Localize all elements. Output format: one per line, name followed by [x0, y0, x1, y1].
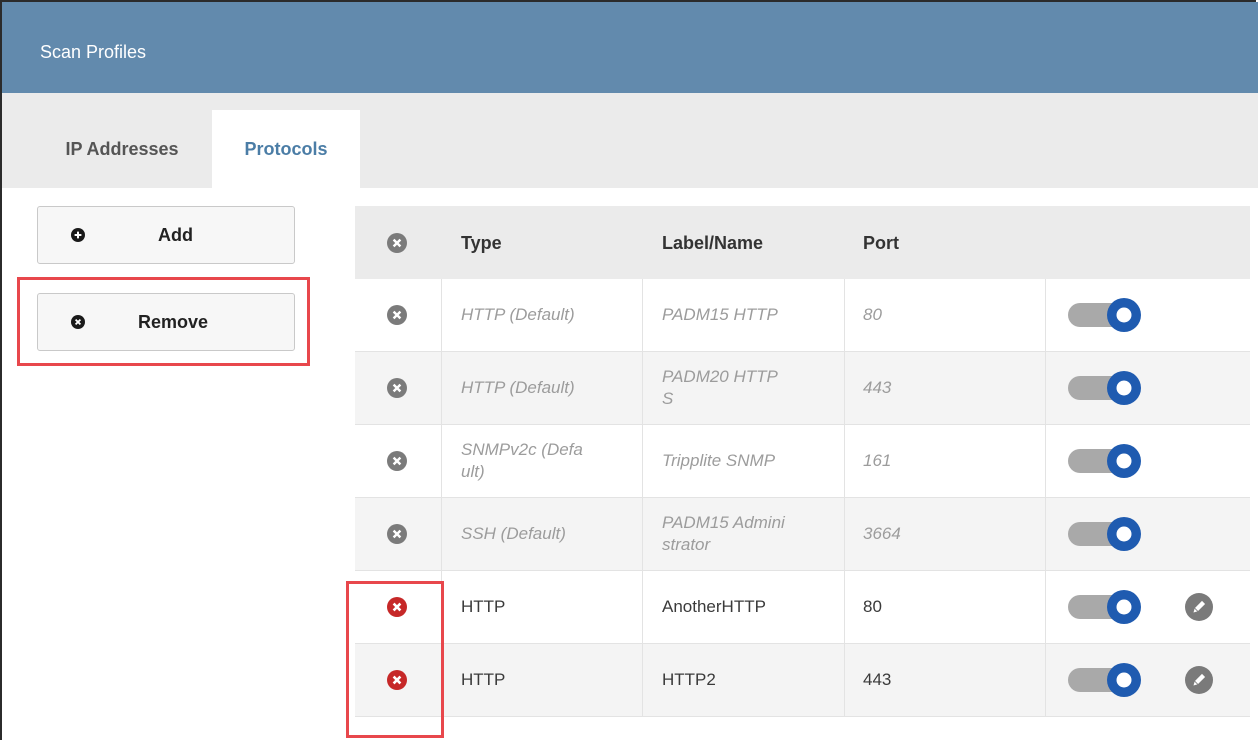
column-divider: [441, 425, 442, 497]
row-remove-button[interactable]: [387, 352, 407, 424]
table-row: HTTP (Default) PADM20 HTTP S 443: [355, 352, 1250, 425]
add-button[interactable]: Add: [37, 206, 295, 264]
row-remove-button[interactable]: [387, 279, 407, 351]
cell-label: AnotherHTTP: [662, 597, 766, 616]
column-divider: [1045, 498, 1046, 570]
enable-toggle[interactable]: [1068, 660, 1144, 700]
column-divider: [441, 279, 442, 351]
table-row: HTTP AnotherHTTP 80: [355, 571, 1250, 644]
column-divider: [844, 498, 845, 570]
column-divider: [441, 644, 442, 716]
column-divider: [1045, 644, 1046, 716]
table-row: SNMPv2c (Defa ult) Tripplite SNMP 161: [355, 425, 1250, 498]
x-circle-red-icon: [387, 670, 407, 690]
column-divider: [1045, 352, 1046, 424]
column-divider: [642, 425, 643, 497]
enable-toggle[interactable]: [1068, 441, 1144, 481]
row-remove-button[interactable]: [387, 644, 407, 716]
column-divider: [844, 644, 845, 716]
tab-bar: IP Addresses Protocols: [2, 93, 1258, 188]
table-body: HTTP (Default) PADM15 HTTP 80 HTTP (Default…: [355, 279, 1250, 717]
column-header-type: Type: [461, 232, 502, 253]
column-divider: [844, 425, 845, 497]
column-divider: [441, 352, 442, 424]
protocols-table: Type Label/Name Port HTTP (Default) PADM1…: [355, 206, 1250, 717]
remove-button[interactable]: Remove: [37, 293, 295, 351]
table-row: HTTP (Default) PADM15 HTTP 80: [355, 279, 1250, 352]
cell-port: 80: [863, 305, 882, 324]
column-divider: [642, 571, 643, 643]
row-remove-button[interactable]: [387, 498, 407, 570]
cell-port: 161: [863, 451, 892, 470]
app-header: Scan Profiles: [2, 2, 1258, 93]
remove-all-cell[interactable]: [387, 206, 407, 279]
cell-label: PADM15 HTTP: [662, 305, 778, 324]
column-divider: [441, 571, 442, 643]
cell-type: HTTP: [461, 597, 506, 616]
edit-pencil-icon[interactable]: [1185, 666, 1213, 694]
tab-ip-addresses[interactable]: IP Addresses: [32, 110, 212, 188]
column-divider: [642, 644, 643, 716]
x-circle-gray-icon: [387, 451, 407, 471]
table-row: HTTP HTTP2 443: [355, 644, 1250, 717]
column-divider: [844, 279, 845, 351]
x-circle-icon: [71, 315, 85, 329]
cell-port: 443: [863, 670, 892, 689]
tab-protocols[interactable]: Protocols: [212, 110, 360, 188]
column-divider: [1045, 425, 1046, 497]
cell-port: 80: [863, 597, 882, 616]
x-circle-red-icon: [387, 597, 407, 617]
cell-label: PADM15 Admini strator: [662, 513, 785, 554]
enable-toggle[interactable]: [1068, 295, 1144, 335]
x-circle-gray-icon: [387, 524, 407, 544]
remove-button-label: Remove: [138, 311, 209, 332]
cell-type: HTTP: [461, 670, 506, 689]
plus-circle-icon: [71, 228, 85, 242]
x-circle-gray-icon: [387, 378, 407, 398]
column-divider: [844, 352, 845, 424]
cell-label: HTTP2: [662, 670, 716, 689]
enable-toggle[interactable]: [1068, 587, 1144, 627]
add-button-label: Add: [158, 224, 193, 245]
x-circle-gray-icon: [387, 305, 407, 325]
cell-label: PADM20 HTTP S: [662, 367, 778, 408]
enable-toggle[interactable]: [1068, 514, 1144, 554]
column-divider: [1045, 279, 1046, 351]
cell-type: SSH (Default): [461, 524, 566, 543]
table-row: SSH (Default) PADM15 Admini strator 3664: [355, 498, 1250, 571]
table-header: Type Label/Name Port: [355, 206, 1250, 279]
cell-port: 3664: [863, 524, 901, 543]
column-divider: [1045, 571, 1046, 643]
cell-type: HTTP (Default): [461, 378, 575, 397]
x-circle-gray-icon: [387, 232, 407, 253]
cell-label: Tripplite SNMP: [662, 451, 776, 470]
row-remove-button[interactable]: [387, 425, 407, 497]
column-divider: [441, 498, 442, 570]
edit-pencil-icon[interactable]: [1185, 593, 1213, 621]
row-remove-button[interactable]: [387, 571, 407, 643]
column-divider: [642, 498, 643, 570]
enable-toggle[interactable]: [1068, 368, 1144, 408]
column-header-port: Port: [863, 232, 899, 253]
column-divider: [642, 352, 643, 424]
column-divider: [844, 571, 845, 643]
column-divider: [642, 279, 643, 351]
cell-type: HTTP (Default): [461, 305, 575, 324]
page-title: Scan Profiles: [40, 42, 147, 62]
cell-type: SNMPv2c (Defa ult): [461, 440, 583, 481]
column-header-label: Label/Name: [662, 232, 764, 253]
cell-port: 443: [863, 378, 892, 397]
